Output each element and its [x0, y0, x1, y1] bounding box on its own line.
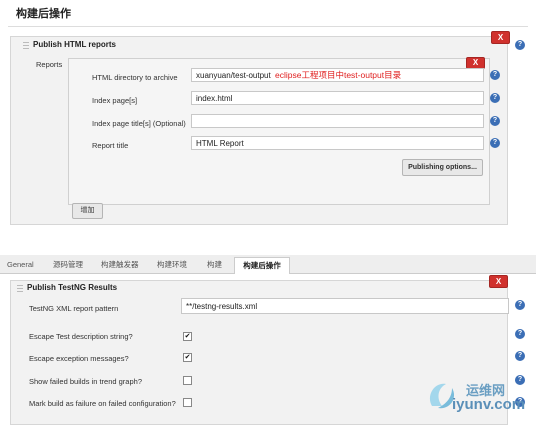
publish-testng-title: Publish TestNG Results — [27, 283, 118, 292]
help-icon[interactable]: ? — [515, 351, 525, 361]
section-divider — [8, 26, 528, 27]
tab-general[interactable]: General — [7, 257, 34, 273]
option-label: Escape Test description string? — [29, 332, 133, 341]
testng-pattern-label: TestNG XML report pattern — [29, 304, 119, 313]
drag-handle-icon[interactable] — [17, 283, 23, 292]
tab-source-control[interactable]: 源码管理 — [53, 257, 83, 273]
annotation-text: eclipse工程项目中test-output目录 — [275, 70, 402, 80]
report-title-label: Report title — [92, 141, 129, 150]
delete-step-button[interactable]: X — [491, 31, 510, 44]
report-title-input[interactable]: HTML Report — [191, 136, 484, 150]
watermark-url: iyunv.com — [452, 396, 526, 413]
escape-exception-messages-checkbox[interactable]: ✔ — [183, 353, 192, 362]
section-title: 构建后操作 — [16, 8, 71, 20]
index-page-title-label: Index page title[s] (Optional) — [92, 119, 186, 128]
add-button[interactable]: 增加 — [72, 203, 103, 219]
show-failed-builds-checkbox[interactable] — [183, 376, 192, 385]
tab-post-build-actions[interactable]: 构建后操作 — [234, 257, 290, 274]
drag-handle-icon[interactable] — [23, 40, 29, 49]
option-label: Escape exception messages? — [29, 354, 129, 363]
publish-html-title: Publish HTML reports — [33, 40, 116, 49]
testng-pattern-input[interactable]: **/testng-results.xml — [181, 298, 509, 314]
option-label: Show failed builds in trend graph? — [29, 377, 142, 386]
tab-build-environment[interactable]: 构建环境 — [157, 257, 187, 273]
html-directory-label: HTML directory to archive — [92, 73, 178, 82]
reports-label: Reports — [36, 60, 63, 69]
help-icon[interactable]: ? — [490, 116, 500, 126]
index-page-input[interactable]: index.html — [191, 91, 484, 105]
publishing-options-button[interactable]: Publishing options... — [402, 159, 483, 176]
delete-step-button[interactable]: X — [489, 275, 508, 288]
option-label: Mark build as failure on failed configur… — [29, 399, 176, 408]
help-icon[interactable]: ? — [490, 93, 500, 103]
escape-test-description-checkbox[interactable]: ✔ — [183, 332, 192, 341]
help-icon[interactable]: ? — [515, 40, 525, 50]
help-icon[interactable]: ? — [515, 375, 525, 385]
help-icon[interactable]: ? — [490, 70, 500, 80]
mark-build-failure-checkbox[interactable] — [183, 398, 192, 407]
tab-build[interactable]: 构建 — [207, 257, 222, 273]
help-icon[interactable]: ? — [515, 329, 525, 339]
index-page-label: Index page[s] — [92, 96, 138, 105]
help-icon[interactable]: ? — [515, 300, 525, 310]
index-page-title-input[interactable] — [191, 114, 484, 128]
help-icon[interactable]: ? — [490, 138, 500, 148]
tab-build-triggers[interactable]: 构建触发器 — [101, 257, 139, 273]
